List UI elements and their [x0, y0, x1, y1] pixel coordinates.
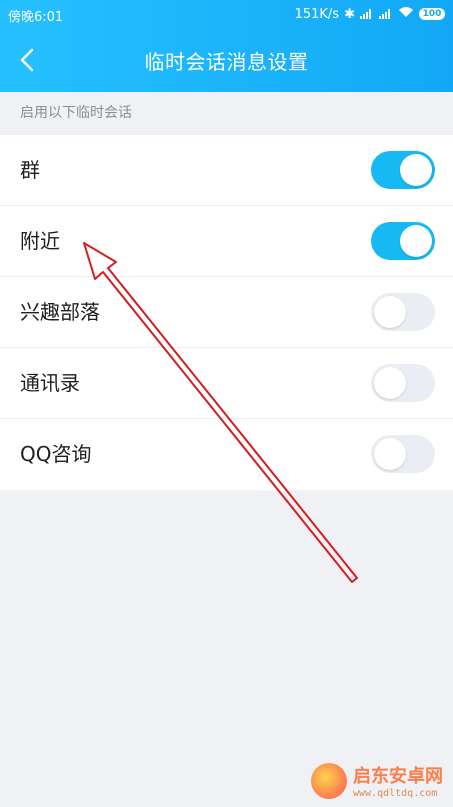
setting-row-qq-consult: QQ咨询: [0, 419, 453, 490]
setting-label: 通讯录: [20, 371, 80, 395]
toggle-knob: [374, 438, 406, 470]
toggle-knob: [374, 367, 406, 399]
signal-icon: [379, 9, 393, 19]
setting-label: 兴趣部落: [20, 300, 100, 324]
network-speed: 151K/s: [294, 6, 340, 22]
setting-label: QQ咨询: [20, 442, 92, 466]
page-title: 临时会话消息设置: [144, 50, 309, 74]
status-time: 傍晚6:01: [8, 10, 64, 25]
bluetooth-icon: ✱: [344, 6, 355, 22]
battery-icon: 100: [419, 8, 445, 20]
app-header: 傍晚6:01 151K/s ✱ 100 临时会话消息设置: [0, 0, 453, 92]
status-indicators: 151K/s ✱ 100: [295, 6, 445, 22]
setting-label: 群: [20, 158, 40, 182]
toggle-knob: [374, 296, 406, 328]
toggle-knob: [400, 225, 432, 257]
settings-list: 群 附近 兴趣部落 通讯录 QQ咨询: [0, 135, 453, 490]
status-bar: 傍晚6:01 151K/s ✱ 100: [0, 0, 453, 30]
toggle-switch[interactable]: [371, 151, 435, 189]
toggle-switch[interactable]: [371, 222, 435, 260]
section-header: 启用以下临时会话: [20, 105, 132, 121]
setting-row-interest-tribe: 兴趣部落: [0, 277, 453, 348]
setting-row-nearby: 附近: [0, 206, 453, 277]
toggle-switch[interactable]: [371, 364, 435, 402]
watermark-logo-icon: [311, 762, 347, 799]
toggle-knob: [400, 154, 432, 186]
wifi-icon: [398, 6, 414, 22]
setting-row-contacts: 通讯录: [0, 348, 453, 419]
toggle-switch[interactable]: [371, 293, 435, 331]
setting-row-group: 群: [0, 135, 453, 206]
signal-icon: [360, 9, 374, 19]
setting-label: 附近: [20, 229, 60, 253]
toggle-switch[interactable]: [371, 435, 435, 473]
watermark-text: 启东安卓网: [353, 766, 443, 787]
watermark: 启东安卓网 www.qdltdq.com: [311, 762, 443, 799]
watermark-url: www.qdltdq.com: [353, 788, 438, 799]
